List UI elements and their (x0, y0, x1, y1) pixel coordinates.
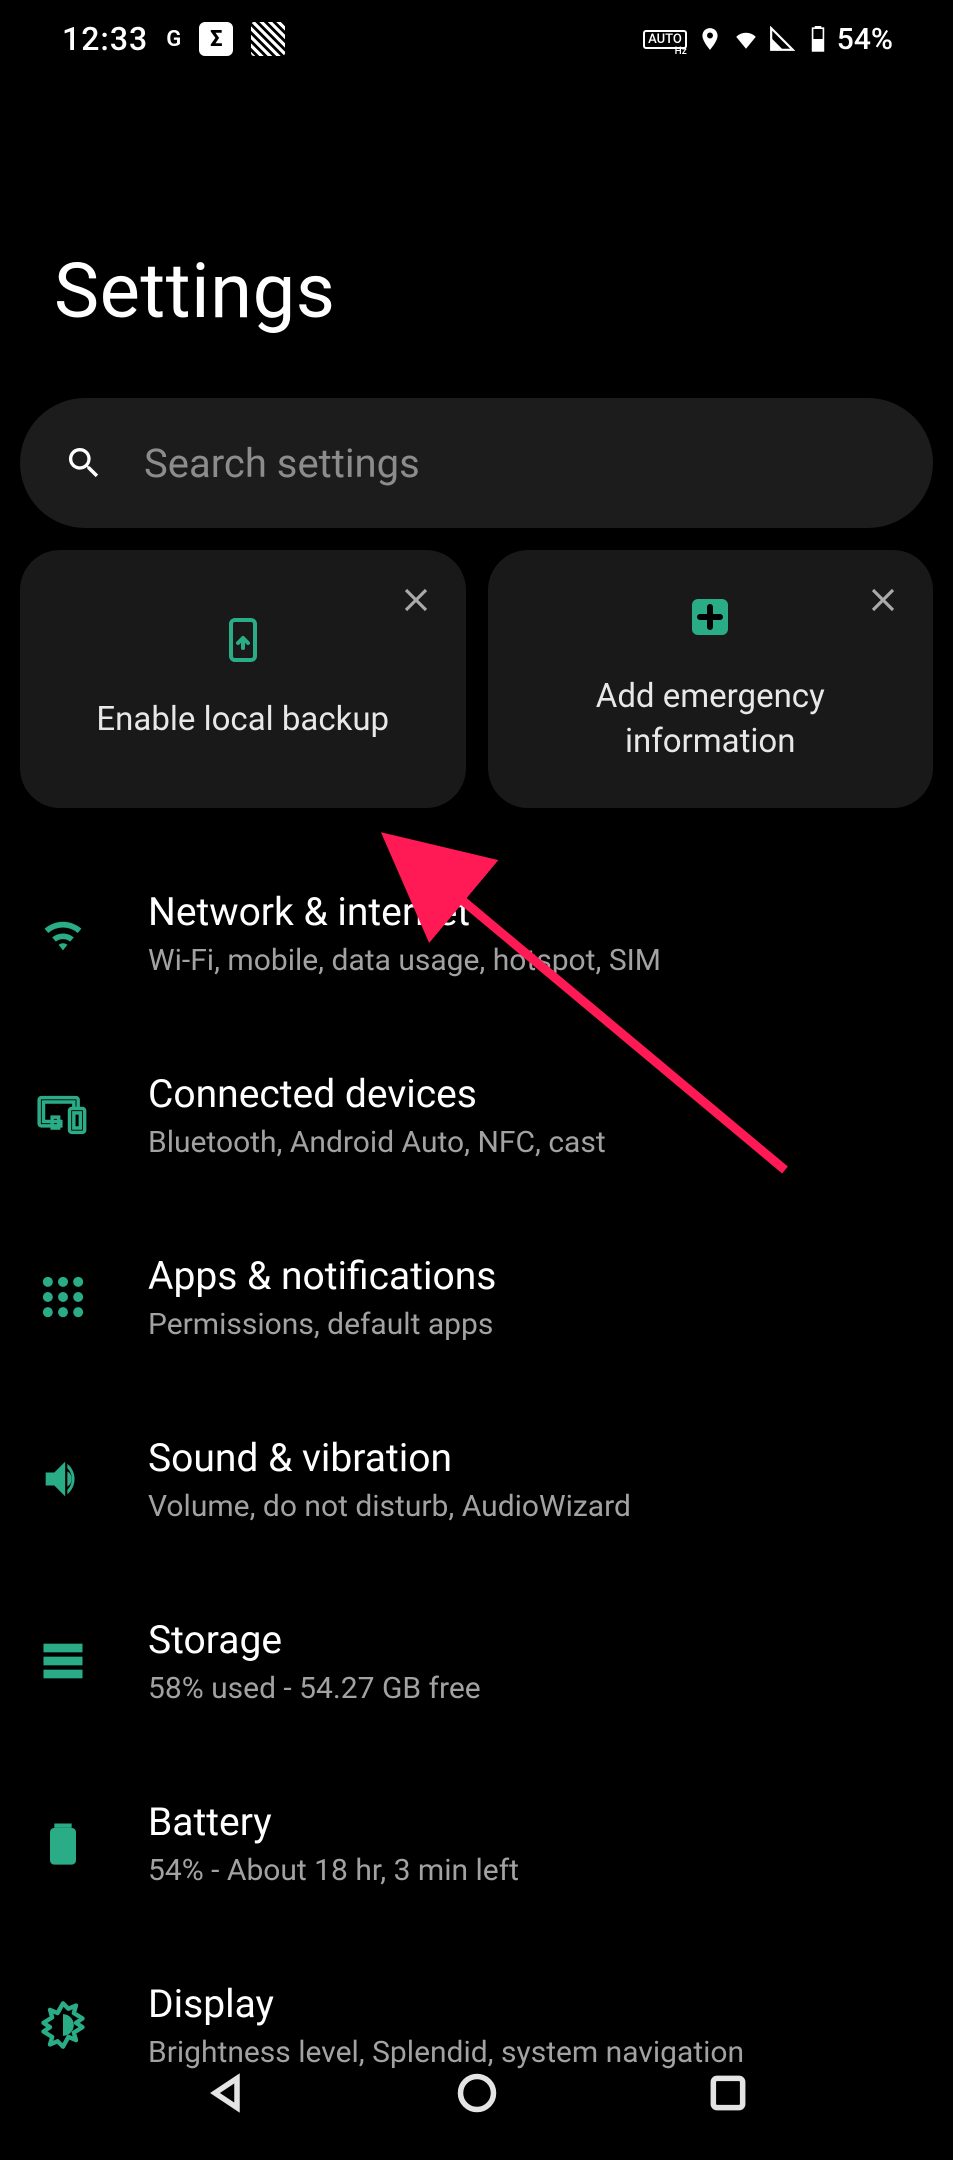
app-icon (251, 22, 285, 56)
row-title: Sound & vibration (148, 1435, 631, 1481)
system-nav-bar (0, 2030, 953, 2160)
row-subtitle: 54% - About 18 hr, 3 min left (148, 1853, 519, 1888)
nav-back-button[interactable] (204, 2071, 248, 2119)
battery-indicator: 54% (805, 22, 893, 57)
card-label: Enable local backup (96, 698, 389, 743)
status-right: AUTO 54% (643, 22, 893, 57)
status-bar: 12:33 G Σ AUTO 54% (0, 0, 953, 78)
row-title: Apps & notifications (148, 1253, 496, 1299)
close-icon (868, 585, 898, 615)
volume-icon (34, 1450, 92, 1508)
google-indicator: G (166, 27, 181, 52)
status-left: 12:33 G Σ (62, 20, 285, 58)
clock-time: 12:33 (62, 20, 148, 58)
backup-phone-icon (219, 616, 267, 664)
settings-list: Network & internet Wi-Fi, mobile, data u… (0, 842, 953, 2116)
page-title: Settings (0, 78, 953, 336)
battery-percent: 54% (837, 22, 893, 57)
row-subtitle: Wi-Fi, mobile, data usage, hotspot, SIM (148, 943, 661, 978)
row-connected-devices[interactable]: Connected devices Bluetooth, Android Aut… (0, 1024, 953, 1206)
battery-icon (34, 1814, 92, 1872)
row-subtitle: Permissions, default apps (148, 1307, 496, 1342)
recents-square-icon (706, 2071, 750, 2115)
nav-recents-button[interactable] (706, 2071, 750, 2119)
search-placeholder: Search settings (144, 440, 420, 487)
nav-home-button[interactable] (455, 2071, 499, 2119)
card-add-emergency-info[interactable]: Add emergency information (488, 550, 934, 808)
row-title: Battery (148, 1799, 519, 1845)
card-label: Add emergency information (518, 675, 904, 764)
card-dismiss-button[interactable] (861, 578, 905, 622)
sigma-app-icon: Σ (199, 22, 233, 56)
suggestion-cards: Enable local backup Add emergency inform… (20, 550, 933, 808)
row-subtitle: Volume, do not disturb, AudioWizard (148, 1489, 631, 1524)
row-title: Network & internet (148, 889, 661, 935)
row-apps-notifications[interactable]: Apps & notifications Permissions, defaul… (0, 1206, 953, 1388)
close-icon (401, 585, 431, 615)
auto-hz-icon: AUTO (643, 30, 687, 49)
devices-icon (34, 1086, 92, 1144)
location-icon (697, 26, 723, 52)
row-battery[interactable]: Battery 54% - About 18 hr, 3 min left (0, 1752, 953, 1934)
row-title: Display (148, 1981, 744, 2027)
row-title: Storage (148, 1617, 481, 1663)
row-storage[interactable]: Storage 58% used - 54.27 GB free (0, 1570, 953, 1752)
storage-icon (34, 1632, 92, 1690)
row-network-internet[interactable]: Network & internet Wi-Fi, mobile, data u… (0, 842, 953, 1024)
signal-icon (769, 26, 795, 52)
row-subtitle: 58% used - 54.27 GB free (148, 1671, 481, 1706)
medical-plus-icon (686, 593, 734, 641)
row-subtitle: Bluetooth, Android Auto, NFC, cast (148, 1125, 606, 1160)
wifi-icon (733, 26, 759, 52)
home-circle-icon (455, 2071, 499, 2115)
search-icon (64, 443, 104, 483)
search-settings[interactable]: Search settings (20, 398, 933, 528)
back-triangle-icon (204, 2071, 248, 2115)
row-title: Connected devices (148, 1071, 606, 1117)
card-dismiss-button[interactable] (394, 578, 438, 622)
card-enable-local-backup[interactable]: Enable local backup (20, 550, 466, 808)
row-sound-vibration[interactable]: Sound & vibration Volume, do not disturb… (0, 1388, 953, 1570)
apps-grid-icon (34, 1268, 92, 1326)
wifi-icon (34, 904, 92, 962)
